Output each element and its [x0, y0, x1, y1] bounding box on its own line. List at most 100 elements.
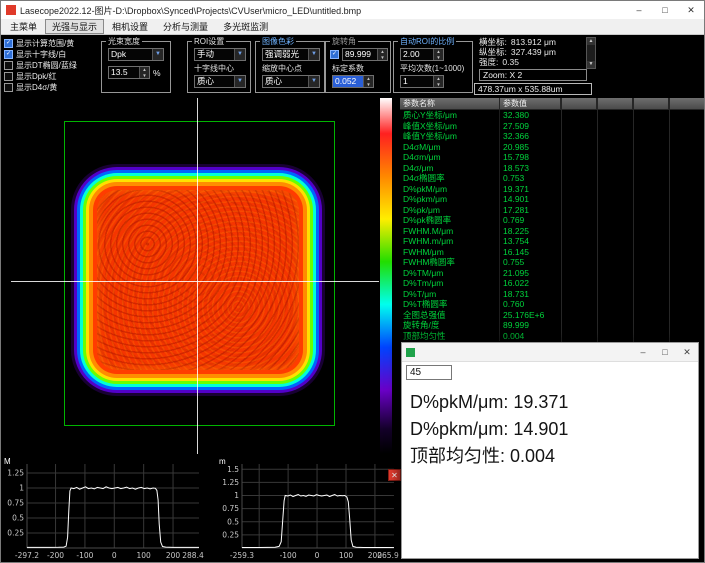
zoom-center-label: 缩放中心点	[262, 63, 324, 74]
maximize-button[interactable]: □	[654, 343, 676, 361]
calibration-spinner[interactable]: 0.052 ▲▼	[332, 75, 374, 88]
svg-text:0.25: 0.25	[7, 529, 24, 538]
checkbox[interactable]	[4, 83, 13, 92]
spinner-buttons[interactable]: ▲▼	[377, 49, 387, 60]
spinner-buttons[interactable]: ▲▼	[363, 76, 373, 87]
param-name: 峰值Y坐标/μm	[400, 131, 500, 142]
svg-text:100: 100	[339, 551, 354, 560]
average-count-spinner[interactable]: 1 ▲▼	[400, 75, 444, 88]
param-value: 20.985	[500, 142, 561, 153]
param-value: 17.281	[500, 205, 561, 216]
readout-y: 纵坐标: 327.439 μm	[479, 47, 583, 57]
beam-width-select[interactable]: Dpk ▼	[108, 48, 164, 61]
tab-光强与显示[interactable]: 光强与显示	[45, 19, 104, 34]
calibration-label: 标定系数	[332, 63, 390, 74]
group-title: 光束宽度	[106, 36, 142, 47]
spin-down-icon[interactable]: ▼	[378, 55, 387, 61]
checkbox-label: 显示十字线/白	[16, 49, 66, 60]
svg-text:1.25: 1.25	[7, 469, 24, 478]
svg-text:0.5: 0.5	[227, 517, 239, 526]
rotation-angle-spinner[interactable]: 89.999 ▲▼	[342, 48, 388, 61]
beam-width-percent-spinner[interactable]: 13.5 ▲▼	[108, 66, 150, 79]
spin-down-icon[interactable]: ▼	[364, 82, 373, 88]
crosshair-center-select[interactable]: 质心 ▼	[194, 75, 246, 88]
checkbox-label: 显示D4σ/黄	[16, 82, 57, 93]
param-name: 质心Y坐标/μm	[400, 110, 500, 121]
checkbox[interactable]	[4, 72, 13, 81]
beam-image[interactable]	[11, 98, 379, 454]
chevron-down-icon[interactable]: ▼	[308, 76, 319, 87]
param-name: 峰值X坐标/μm	[400, 121, 500, 132]
readout-value: 0.35	[502, 57, 519, 67]
popup-input[interactable]	[406, 365, 452, 380]
scroll-down-icon[interactable]: ▼	[587, 61, 595, 68]
selected-value: 质心	[263, 76, 308, 87]
display-options-group: ✓显示计算范围/黄✓显示十字线/白显示DT椭圆/蓝绿显示Dpk/红显示D4σ/黄	[4, 38, 98, 96]
column-header-value[interactable]: 参数值	[500, 98, 561, 110]
param-value: 15.798	[500, 152, 561, 163]
param-name: FWHM.M/μm	[400, 226, 500, 237]
tab-多光斑监测[interactable]: 多光斑监测	[216, 19, 275, 34]
readout-label: 横坐标:	[479, 37, 507, 47]
display-option-row[interactable]: 显示Dpk/红	[4, 71, 98, 82]
param-value: 18.225	[500, 226, 561, 237]
svg-text:100: 100	[136, 551, 151, 560]
selected-value: 手动	[195, 49, 234, 60]
empty-column-header	[670, 98, 705, 110]
menu-tabs: 主菜单光强与显示相机设置分析与测量多光斑监测	[1, 19, 704, 35]
param-value: 18.573	[500, 163, 561, 174]
spinner-buttons[interactable]: ▲▼	[433, 76, 443, 87]
chevron-down-icon[interactable]: ▼	[234, 76, 245, 87]
spinner-value: 1	[401, 76, 433, 87]
zoom-indicator: Zoom: X 2	[479, 69, 587, 81]
scroll-up-icon[interactable]: ▲	[587, 38, 595, 45]
spinner-buttons[interactable]: ▲▼	[139, 67, 149, 78]
display-option-row[interactable]: ✓显示十字线/白	[4, 49, 98, 60]
svg-text:1.25: 1.25	[222, 478, 239, 487]
auto-roi-ratio-spinner[interactable]: 2.00 ▲▼	[400, 48, 444, 61]
plot-title: M	[4, 457, 11, 466]
param-name: 旋转角/度	[400, 320, 500, 331]
chevron-down-icon[interactable]: ▼	[308, 49, 319, 60]
selected-value: Dpk	[109, 49, 152, 60]
zoom-center-select[interactable]: 质心 ▼	[262, 75, 320, 88]
readout-scrollbar[interactable]: ▲ ▼	[586, 37, 596, 69]
maximize-button[interactable]: □	[652, 1, 678, 19]
svg-text:0.75: 0.75	[222, 504, 239, 513]
tab-分析与测量[interactable]: 分析与测量	[156, 19, 215, 34]
checkbox[interactable]: ✓	[4, 50, 13, 59]
close-plots-button[interactable]: ✕	[388, 469, 401, 481]
toolbar: ✓显示计算范围/黄✓显示十字线/白显示DT椭圆/蓝绿显示Dpk/红显示D4σ/黄…	[1, 35, 704, 98]
display-option-row[interactable]: 显示D4σ/黄	[4, 82, 98, 93]
spin-down-icon[interactable]: ▼	[434, 82, 443, 88]
spin-down-icon[interactable]: ▼	[434, 55, 443, 61]
checkbox[interactable]	[4, 61, 13, 70]
rotation-checkbox[interactable]: ✓	[330, 50, 339, 59]
svg-text:1: 1	[234, 491, 239, 500]
param-name: FWHM.m/μm	[400, 236, 500, 247]
checkbox[interactable]: ✓	[4, 39, 13, 48]
param-name: D%TM/μm	[400, 268, 500, 279]
column-header-name[interactable]: 参数名称	[400, 98, 500, 110]
minimize-button[interactable]: –	[632, 343, 654, 361]
close-button[interactable]: ✕	[676, 343, 698, 361]
color-mode-select[interactable]: 强调弱光 ▼	[262, 48, 320, 61]
chevron-down-icon[interactable]: ▼	[234, 49, 245, 60]
group-title: 旋转角	[330, 36, 358, 47]
display-option-row[interactable]: ✓显示计算范围/黄	[4, 38, 98, 49]
param-name: D%Tm/μm	[400, 278, 500, 289]
param-name: FWHM/μm	[400, 247, 500, 258]
param-name: 全图总强值	[400, 310, 500, 321]
roi-mode-select[interactable]: 手动 ▼	[194, 48, 246, 61]
popup-readout-line: D%pkM/μm: 19.371	[410, 389, 568, 416]
chevron-down-icon[interactable]: ▼	[152, 49, 163, 60]
minimize-button[interactable]: –	[626, 1, 652, 19]
popup-readout: D%pkM/μm: 19.371D%pkm/μm: 14.901顶部均匀性: 0…	[410, 389, 568, 470]
spin-down-icon[interactable]: ▼	[140, 73, 149, 79]
spinner-value: 0.052	[333, 76, 363, 87]
spinner-buttons[interactable]: ▲▼	[433, 49, 443, 60]
tab-相机设置[interactable]: 相机设置	[105, 19, 155, 34]
display-option-row[interactable]: 显示DT椭圆/蓝绿	[4, 60, 98, 71]
close-button[interactable]: ✕	[678, 1, 704, 19]
tab-主菜单[interactable]: 主菜单	[3, 19, 44, 34]
